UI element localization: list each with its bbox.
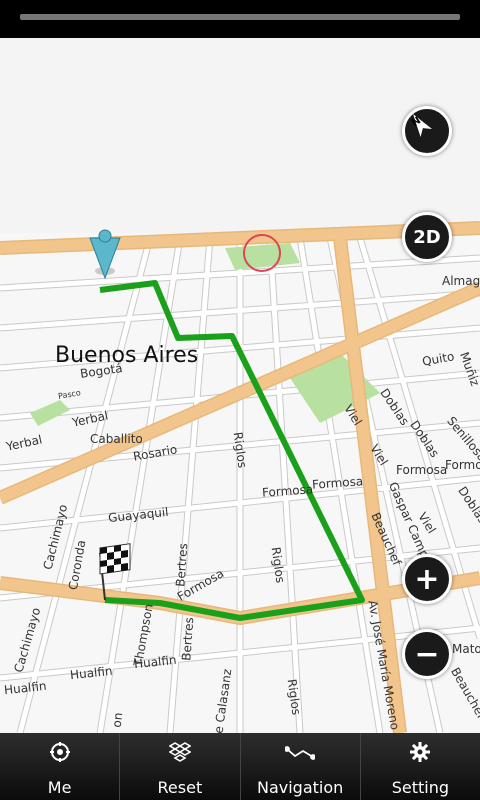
reset-button[interactable]: Reset (119, 733, 239, 800)
navigation-button[interactable]: Navigation (239, 733, 360, 800)
compass-button[interactable]: N (402, 106, 452, 156)
city-label: Buenos Aires (55, 343, 199, 368)
street-label: Mator (452, 642, 480, 656)
setting-label: Setting (391, 778, 450, 797)
setting-button[interactable]: Setting (359, 733, 480, 800)
status-bar (0, 0, 480, 38)
street-label: Formosa (396, 463, 448, 477)
street-label: on (109, 711, 126, 729)
status-bar-line (20, 14, 460, 20)
reset-label: Reset (157, 778, 203, 797)
view-mode-label: 2D (413, 226, 441, 248)
bottom-navigation-bar: Me Reset Navigation Setting (0, 733, 480, 800)
street-label: Caballito (90, 432, 143, 446)
zoom-out-button[interactable]: − (402, 629, 452, 679)
view-mode-2d-button[interactable]: 2D (402, 212, 452, 262)
dropbox-icon (168, 740, 191, 764)
me-button[interactable]: Me (0, 733, 119, 800)
me-label: Me (47, 778, 72, 797)
minus-icon: − (414, 636, 440, 672)
navigation-label: Navigation (256, 778, 344, 797)
gear-icon (409, 740, 431, 764)
compass-north-icon: N (410, 114, 433, 138)
map-view[interactable]: Buenos Aires Bogotá Yerbal Yerbal Caball… (0, 38, 480, 733)
crosshair-icon (49, 740, 71, 764)
zoom-in-button[interactable]: + (402, 554, 452, 604)
street-label: Almagr (442, 274, 480, 288)
route-icon (285, 740, 316, 764)
plus-icon: + (414, 561, 440, 597)
